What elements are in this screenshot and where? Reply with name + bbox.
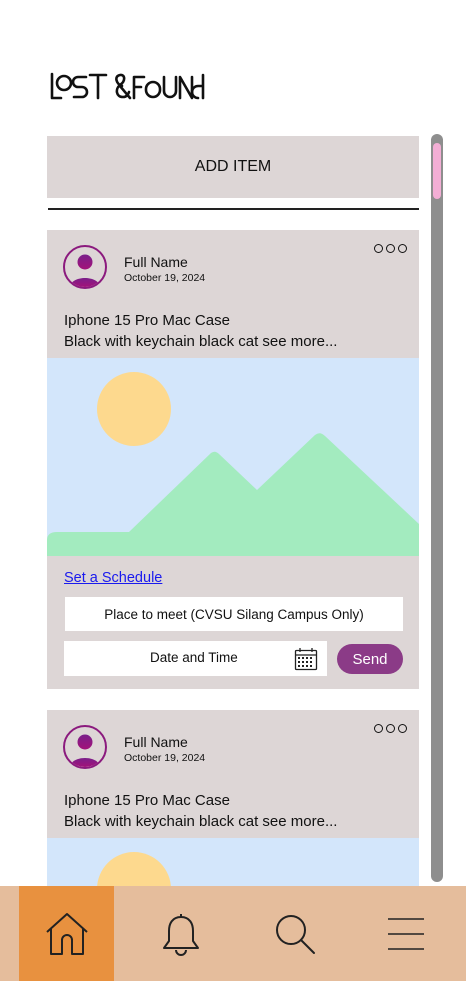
send-label: Send: [352, 650, 388, 668]
image-placeholder-icon: [47, 358, 419, 556]
post-date: October 19, 2024: [124, 752, 206, 764]
user-avatar-icon: [70, 254, 100, 287]
post-image-placeholder[interactable]: [47, 358, 419, 556]
meeting-place-placeholder: Place to meet (CVSU Silang Campus Only): [104, 606, 364, 622]
post-description[interactable]: Black with keychain black cat see more..…: [64, 813, 337, 830]
search-icon: [275, 914, 315, 954]
menu-icon: [387, 917, 424, 950]
section-divider: [48, 208, 419, 210]
nav-notifications[interactable]: [133, 886, 228, 981]
post-title: Iphone 15 Pro Mac Case: [64, 312, 230, 329]
send-button[interactable]: Send: [337, 644, 403, 674]
calendar-icon[interactable]: [294, 647, 318, 671]
dot-icon: [374, 724, 383, 733]
post-card: Full Name October 19, 2024 Iphone 15 Pro…: [47, 230, 419, 689]
date-time-placeholder: Date and Time: [150, 650, 238, 665]
lost-and-found-logo-icon: [50, 72, 205, 100]
dot-icon: [386, 724, 395, 733]
post-description[interactable]: Black with keychain black cat see more..…: [64, 333, 337, 350]
dot-icon: [374, 244, 383, 253]
author-name[interactable]: Full Name: [124, 734, 188, 750]
bottom-nav: [0, 886, 466, 981]
post-title: Iphone 15 Pro Mac Case: [64, 792, 230, 809]
set-schedule-link[interactable]: Set a Schedule: [64, 570, 162, 586]
meeting-place-input[interactable]: Place to meet (CVSU Silang Campus Only): [65, 597, 403, 631]
more-options-button[interactable]: [374, 724, 407, 733]
date-time-input[interactable]: Date and Time: [64, 641, 327, 676]
dot-icon: [398, 244, 407, 253]
post-date: October 19, 2024: [124, 272, 206, 284]
nav-home[interactable]: [19, 886, 114, 981]
avatar[interactable]: [63, 725, 107, 769]
nav-menu[interactable]: [358, 886, 453, 981]
scrollbar-track[interactable]: [431, 134, 443, 882]
more-options-button[interactable]: [374, 244, 407, 253]
add-item-button[interactable]: ADD ITEM: [47, 136, 419, 198]
dot-icon: [386, 244, 395, 253]
add-item-label: ADD ITEM: [194, 158, 272, 175]
dot-icon: [398, 724, 407, 733]
home-icon: [45, 912, 88, 955]
user-avatar-icon: [70, 734, 100, 767]
author-name[interactable]: Full Name: [124, 254, 188, 270]
bell-icon: [162, 913, 199, 956]
avatar[interactable]: [63, 245, 107, 289]
post-card: Full Name October 19, 2024 Iphone 15 Pro…: [47, 710, 419, 910]
app-logo: [50, 72, 208, 105]
nav-search[interactable]: [247, 886, 342, 981]
scrollbar-thumb[interactable]: [433, 143, 441, 199]
